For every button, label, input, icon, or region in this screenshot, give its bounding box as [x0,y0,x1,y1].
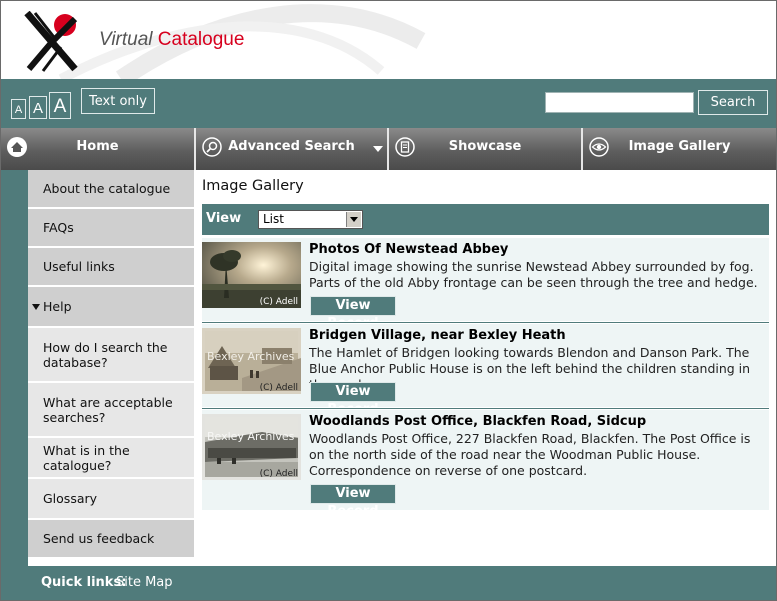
font-size-small-button[interactable]: A [11,99,26,119]
view-record-button[interactable]: View Record [310,484,396,519]
record-description: Woodlands Post Office, 227 Blackfen Road… [309,431,751,478]
record-thumbnail[interactable]: (C) Adell [202,242,301,308]
sidebar-item-glossary[interactable]: Glossary [28,479,194,520]
nav-home-label: Home [76,139,119,154]
text-only-button[interactable]: Text only [81,88,155,114]
footer: Quick links: Site Map [1,566,776,600]
nav-advanced-search[interactable]: Advanced Search [196,128,389,170]
brand-prefix: Virtual [99,29,153,50]
record-thumbnail[interactable]: Bexley Archives (C) Adell [202,414,301,480]
brand-suffix: Catalogue [157,29,245,50]
sidebar-item-about[interactable]: About the catalogue [28,170,194,209]
record-thumbnail[interactable]: Bexley Archives (C) Adell [202,328,301,394]
view-record-button[interactable]: View Record [310,296,396,331]
sidebar-item-how-search[interactable]: How do I search the database? [28,328,194,383]
sidebar-item-label: Help [43,299,72,314]
main-nav: Home Advanced Search Showcase Image Gall… [1,128,776,170]
dropdown-arrow-icon[interactable] [346,212,361,227]
view-record-button[interactable]: View Record [310,382,396,417]
sidebar-item-useful-links[interactable]: Useful links [28,248,194,287]
chevron-down-icon[interactable] [373,146,383,152]
gallery-record: Bexley Archives (C) Adell Woodlands Post… [202,410,769,519]
gallery-record: (C) Adell Photos Of Newstead Abbey Digit… [202,238,769,331]
sidebar-item-label: About the catalogue [43,181,171,196]
sidebar: About the catalogue FAQs Useful links He… [28,170,194,559]
font-size-medium-button[interactable]: A [29,96,47,119]
search-input[interactable] [545,92,694,113]
sidebar-item-label: Send us feedback [43,531,155,546]
gallery-record: Bexley Archives (C) Adell Bridgen Villag… [202,324,769,417]
nav-image-gallery[interactable]: Image Gallery [583,128,776,170]
logo-icon [24,11,78,72]
sidebar-item-label: How do I search the database? [43,339,168,370]
nav-showcase[interactable]: Showcase [389,128,583,170]
search-button[interactable]: Search [698,90,768,115]
sidebar-item-label: Useful links [43,259,115,274]
record-title[interactable]: Photos Of Newstead Abbey [309,242,508,257]
record-title[interactable]: Woodlands Post Office, Blackfen Road, Si… [309,414,646,429]
view-select-value: List [263,212,284,226]
record-title[interactable]: Bridgen Village, near Bexley Heath [309,328,566,343]
site-map-link[interactable]: Site Map [116,575,173,590]
sidebar-item-acceptable-searches[interactable]: What are acceptable searches? [28,383,194,438]
sidebar-item-in-catalogue[interactable]: What is in the catalogue? [28,438,194,479]
nav-image-gallery-label: Image Gallery [628,139,731,154]
record-divider [202,322,769,323]
view-select[interactable]: List [258,210,363,229]
image-credit: (C) Adell [259,297,298,307]
record-divider [202,408,769,409]
image-credit: (C) Adell [259,383,298,393]
view-label: View [206,211,242,226]
quick-links-label: Quick links: [41,575,127,590]
brand-title: Virtual Catalogue [99,29,244,51]
sidebar-item-label: What are acceptable searches? [43,394,173,425]
sidebar-item-label: What is in the catalogue? [43,442,130,473]
sidebar-item-help[interactable]: Help [28,287,194,328]
triangle-down-icon [32,304,40,310]
site-header: Virtual Catalogue [1,1,776,79]
sidebar-item-feedback[interactable]: Send us feedback [28,520,194,559]
image-credit: (C) Adell [259,469,298,479]
sidebar-item-faqs[interactable]: FAQs [28,209,194,248]
nav-advanced-search-label: Advanced Search [228,139,355,154]
left-strip [1,170,28,566]
nav-showcase-label: Showcase [448,139,522,154]
sidebar-item-label: Glossary [43,491,98,506]
record-description: Digital image showing the sunrise Newste… [309,259,758,290]
font-size-large-button[interactable]: A [49,92,71,119]
page-title: Image Gallery [202,178,304,194]
page-frame: Virtual Catalogue A A A Text only Search… [0,0,777,601]
sidebar-item-label: FAQs [43,220,74,235]
nav-home[interactable]: Home [1,128,196,170]
